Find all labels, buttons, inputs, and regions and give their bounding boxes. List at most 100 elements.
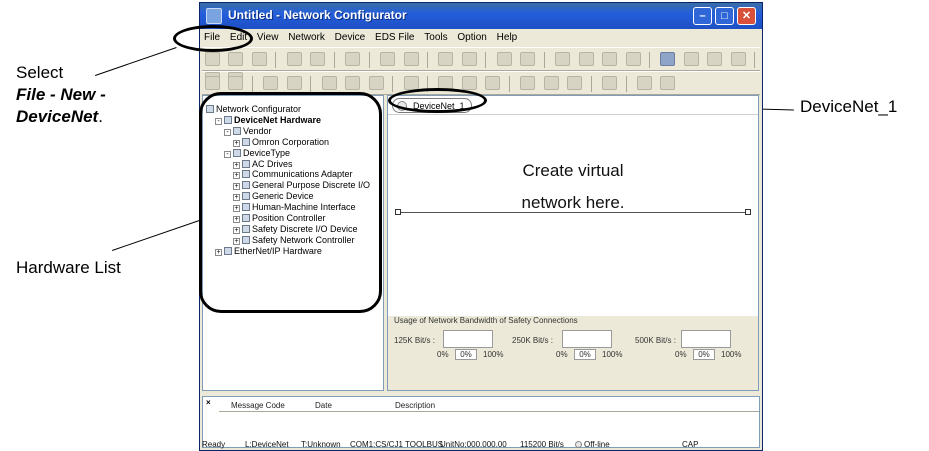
devicenet-tab-highlight-ring (388, 88, 487, 113)
close-button[interactable]: ✕ (737, 7, 756, 25)
wiring-icon[interactable] (485, 76, 501, 90)
download-icon[interactable] (403, 52, 419, 66)
compare-icon[interactable] (461, 52, 477, 66)
cut-icon[interactable] (555, 52, 571, 66)
toolbar-separator (275, 52, 277, 68)
paste-icon[interactable] (602, 52, 618, 66)
bandwidth-max-250k: 100% (602, 350, 623, 359)
status-bar: Ready L:DeviceNet T:Unknown COM1:CS/CJ1 … (200, 439, 762, 450)
check-icon[interactable] (368, 76, 384, 90)
hardware-leader-line (112, 218, 204, 251)
bandwidth-zero-250k: 0% (556, 350, 568, 359)
network-hint-line1: Create virtual (522, 161, 624, 180)
cursor-icon[interactable] (205, 76, 220, 90)
add-icon[interactable] (602, 76, 618, 90)
bandwidth-current-500k: 0% (693, 349, 715, 360)
monitor-icon[interactable] (438, 52, 454, 66)
bandwidth-max-125k: 100% (483, 350, 504, 359)
select-callout-period: . (98, 107, 103, 126)
network-canvas[interactable]: Create virtual network here. (388, 114, 758, 314)
menu-help[interactable]: Help (493, 29, 521, 43)
toolbar-separator (648, 52, 650, 68)
network-terminator-left[interactable] (395, 209, 401, 215)
select-callout: Select File - New - DeviceNet. (16, 62, 106, 128)
upload-icon[interactable] (380, 52, 396, 66)
large-icons-icon[interactable] (660, 52, 676, 66)
menu-view[interactable]: View (253, 29, 282, 43)
menu-network[interactable]: Network (284, 29, 328, 43)
parameter-icon[interactable] (496, 52, 512, 66)
save-icon[interactable] (251, 52, 267, 66)
network-panel[interactable]: DeviceNet_1 Create virtual network here.… (387, 95, 759, 391)
toolbar-separator (368, 52, 370, 68)
network-add-icon[interactable] (263, 76, 279, 90)
tree-icon[interactable] (461, 76, 477, 90)
list-view-icon[interactable] (707, 52, 723, 66)
toolbar-separator (426, 52, 428, 68)
open-icon[interactable] (228, 52, 244, 66)
bandwidth-current-125k: 0% (455, 349, 477, 360)
arrow-down-icon[interactable] (321, 76, 337, 90)
small-icons-icon[interactable] (683, 52, 699, 66)
status-port: COM1:CS/CJ1 TOOLBUS (350, 440, 444, 449)
print-preview-icon[interactable] (310, 52, 326, 66)
verify-icon[interactable] (520, 52, 536, 66)
status-mode-label: Off-line (584, 440, 610, 449)
toolbar-separator (392, 76, 394, 92)
print-icon[interactable] (286, 52, 302, 66)
bandwidth-zero-500k: 0% (675, 350, 687, 359)
main-toolbar (202, 47, 760, 86)
minimize-button[interactable]: – (693, 7, 712, 25)
find-icon[interactable] (636, 76, 652, 90)
toolbar-separator (543, 52, 545, 68)
network-remove-icon[interactable] (286, 76, 302, 90)
bandwidth-bar-500k (681, 330, 731, 348)
bandwidth-max-500k: 100% (721, 350, 742, 359)
arrow-up-icon[interactable] (345, 76, 361, 90)
maximize-button[interactable]: □ (715, 7, 734, 25)
devicenet-callout: DeviceNet_1 (800, 97, 898, 116)
copy-icon[interactable] (578, 52, 594, 66)
select-callout-line1: Select (16, 63, 64, 82)
delete-icon[interactable] (625, 52, 641, 66)
message-panel-close-icon[interactable]: × (206, 398, 211, 407)
connect-icon[interactable] (345, 52, 361, 66)
select-callout-devicenet: DeviceNet (16, 107, 99, 126)
new-icon[interactable] (205, 52, 220, 66)
bandwidth-bar-250k (562, 330, 612, 348)
details-view-icon[interactable] (730, 52, 746, 66)
toolbar-separator (508, 76, 510, 92)
settings-icon[interactable] (520, 76, 536, 90)
message-code-column[interactable]: Message Code (231, 401, 285, 410)
status-mode: Off-line (575, 440, 610, 449)
toolbar-separator (625, 76, 627, 92)
status-target: T:Unknown (301, 440, 341, 449)
title-bar[interactable]: Untitled - Network Configurator – □ ✕ (200, 3, 762, 29)
menu-option[interactable]: Option (453, 29, 489, 43)
bandwidth-current-250k: 0% (574, 349, 596, 360)
help-icon[interactable] (660, 76, 676, 90)
table-icon[interactable] (403, 76, 419, 90)
menu-tools[interactable]: Tools (420, 29, 450, 43)
select-callout-line2: File - New - (16, 85, 106, 104)
select-leader-line (95, 47, 177, 76)
bandwidth-zero-125k: 0% (437, 350, 449, 359)
window-icon[interactable] (567, 76, 583, 90)
toolbar-separator (333, 52, 335, 68)
status-baud: 115200 Bit/s (520, 440, 564, 449)
hardware-list-highlight-ring (199, 92, 382, 313)
offline-indicator-icon (575, 441, 582, 448)
bandwidth-title: Usage of Network Bandwidth of Safety Con… (394, 316, 578, 325)
bandwidth-area: Usage of Network Bandwidth of Safety Con… (388, 316, 758, 390)
date-column[interactable]: Date (315, 401, 332, 410)
description-column[interactable]: Description (395, 401, 435, 410)
bandwidth-rate-250k: 250K Bit/s : (512, 336, 553, 345)
erase-icon[interactable] (543, 76, 559, 90)
menu-bar: File Edit View Network Device EDS File T… (200, 29, 762, 47)
network-trunk-line (398, 212, 748, 213)
menu-eds-file[interactable]: EDS File (371, 29, 417, 43)
grid-icon[interactable] (228, 76, 244, 90)
menu-device[interactable]: Device (331, 29, 369, 43)
network-terminator-right[interactable] (745, 209, 751, 215)
file-edit-highlight-ring (173, 25, 253, 52)
